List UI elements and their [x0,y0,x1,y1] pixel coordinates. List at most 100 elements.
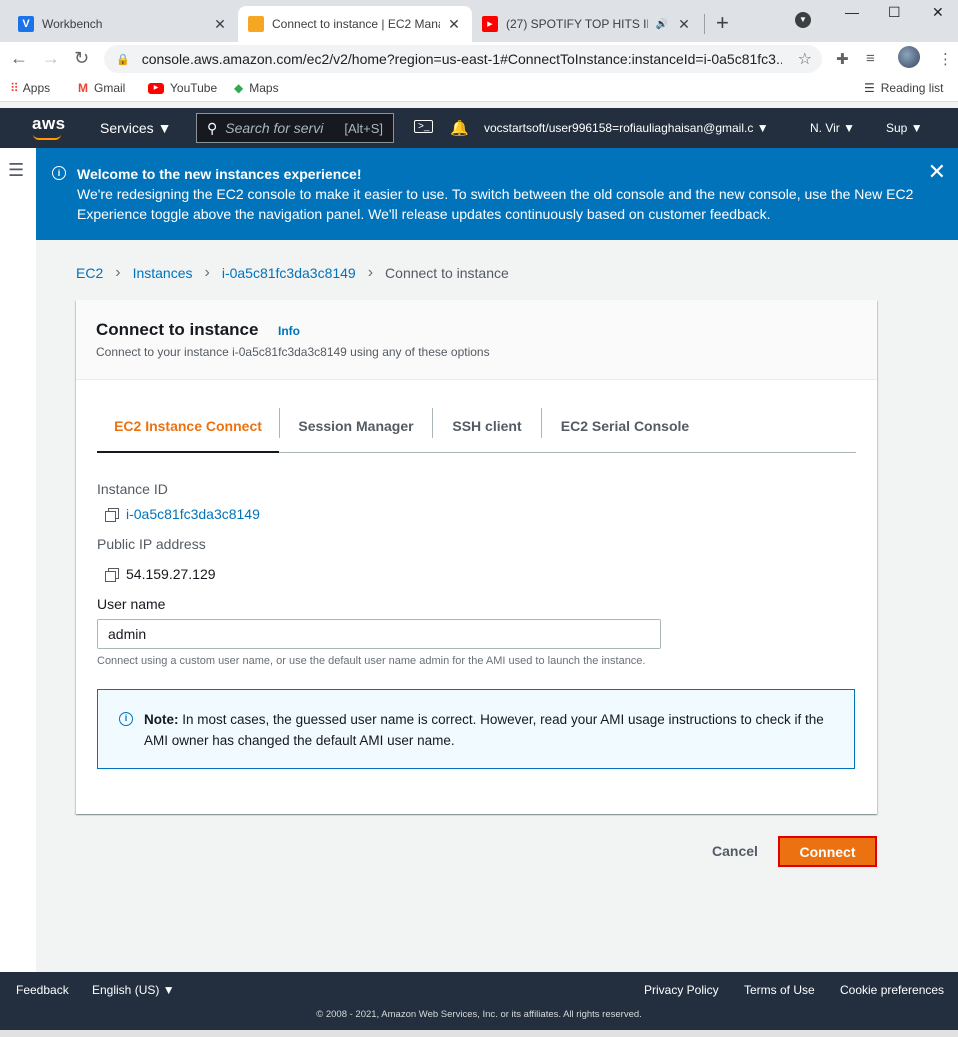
search-icon: ⚲ [207,119,218,136]
chrome-menu-icon[interactable]: ⋮ [938,50,953,68]
info-icon: i [119,712,133,726]
caret-down-icon: ▼ [910,121,923,135]
privacy-policy-link[interactable]: Privacy Policy [644,983,719,997]
breadcrumb-ec2[interactable]: EC2 [76,265,103,281]
cloudshell-icon[interactable]: >_ [414,120,434,133]
close-tab-icon[interactable]: ✕ [676,16,692,33]
username-input[interactable] [97,619,661,649]
breadcrumb-current: Connect to instance [385,265,509,281]
cancel-button[interactable]: Cancel [700,836,770,866]
reading-list-label: Reading list [880,81,944,95]
region-menu[interactable]: N. Vir ▼ [810,121,855,135]
tab-session-manager[interactable]: Session Manager [280,400,432,452]
language-selector[interactable]: English (US) ▼ [92,983,175,997]
minimize-icon[interactable]: — [845,4,859,20]
connection-method-tabs: EC2 Instance Connect Session Manager SSH… [97,400,856,453]
notifications-bell-icon[interactable]: 🔔 [450,119,469,137]
aws-logo[interactable]: aws [32,114,66,140]
account-label: vocstartsoft/user996158=rofiauliaghaisan… [484,121,754,135]
url-text: console.aws.amazon.com/ec2/v2/home?regio… [141,51,782,67]
youtube-icon: ▶ [148,82,164,94]
tab-ec2-serial-console[interactable]: EC2 Serial Console [542,400,708,452]
card-header: Connect to instance Info Connect to your… [76,300,877,380]
chevron-right-icon: › [115,264,121,281]
breadcrumb-instance-id[interactable]: i-0a5c81fc3da3c8149 [222,265,356,281]
youtube-favicon-icon: ▶ [482,16,498,32]
instance-id-link[interactable]: i-0a5c81fc3da3c8149 [126,506,260,522]
tab-title: Workbench [42,17,103,31]
feedback-link[interactable]: Feedback [16,983,69,997]
caret-down-icon: ▼ [157,120,172,136]
new-tab-icon[interactable]: + [716,10,729,36]
close-tab-icon[interactable]: ✕ [446,16,462,33]
connect-button[interactable]: Connect [778,836,877,867]
note-label: Note: [144,712,179,727]
copy-icon[interactable] [105,567,119,582]
tab-ec2-instance-connect[interactable]: EC2 Instance Connect [97,400,279,453]
browser-tab-workbench[interactable]: V Workbench ✕ [8,6,238,42]
terms-of-use-link[interactable]: Terms of Use [744,983,815,997]
browser-toolbar: ← → ↻ 🔒 console.aws.amazon.com/ec2/v2/ho… [0,42,958,76]
account-menu[interactable]: vocstartsoft/user996158=rofiauliaghaisan… [484,121,769,135]
bookmark-star-icon[interactable]: ☆ [798,49,812,69]
language-label: English (US) [92,983,160,997]
bookmark-label: Maps [249,81,279,95]
apps-grid-icon: ⠿ [10,81,19,95]
bookmark-youtube[interactable]: ▶ YouTube [148,81,217,95]
services-menu[interactable]: Services ▼ [100,120,171,136]
info-link[interactable]: Info [278,324,300,338]
close-icon[interactable]: ✕ [928,161,946,183]
reading-list-icon: ☰ [864,81,875,95]
aws-top-nav: aws Services ▼ ⚲ Search for servi [Alt+S… [0,108,958,148]
copyright-text: © 2008 - 2021, Amazon Web Services, Inc.… [316,1009,642,1020]
media-control-icon[interactable]: ≡ [866,50,875,67]
support-label: Sup [886,121,908,135]
maximize-icon[interactable]: ☐ [888,4,901,21]
chevron-right-icon: › [204,264,210,281]
welcome-flashbar: i Welcome to the new instances experienc… [36,148,958,240]
instance-id-value: i-0a5c81fc3da3c8149 [105,506,260,522]
aws-cube-favicon-icon [248,16,264,32]
back-icon[interactable]: ← [10,48,28,69]
browser-tab-youtube[interactable]: ▶ (27) SPOTIFY TOP HITS INDO 🔊 ✕ [472,6,702,42]
note-text: In most cases, the guessed user name is … [144,712,824,748]
bookmark-gmail[interactable]: M Gmail [78,81,125,95]
caret-down-icon: ▼ [756,121,769,135]
flash-body: We're redesigning the EC2 console to mak… [77,186,914,222]
side-navigation: ☰ [0,148,36,972]
bookmark-maps[interactable]: ◆ Maps [234,81,279,95]
extensions-icon[interactable]: ✚ [836,50,849,68]
close-window-icon[interactable]: ✕ [932,4,944,21]
support-menu[interactable]: Sup ▼ [886,121,923,135]
aws-logo-text: aws [32,114,66,133]
tab-title: Connect to instance | EC2 Mana [272,17,440,31]
tab-search-icon[interactable]: ▼ [795,12,811,28]
browser-tab-ec2[interactable]: Connect to instance | EC2 Mana ✕ [238,6,472,42]
tab-ssh-client[interactable]: SSH client [433,400,541,452]
flash-title: Welcome to the new instances experience! [77,166,362,182]
cookie-preferences-link[interactable]: Cookie preferences [840,983,944,997]
address-bar[interactable]: 🔒 console.aws.amazon.com/ec2/v2/home?reg… [104,45,822,73]
copy-icon[interactable] [105,507,119,522]
reading-list[interactable]: ☰ Reading list [864,81,943,95]
profile-avatar[interactable] [898,46,920,68]
maps-icon: ◆ [234,81,244,95]
info-icon: i [52,166,66,180]
forward-icon[interactable]: → [42,48,60,69]
instance-id-label: Instance ID [97,481,168,497]
info-alert: i Note: In most cases, the guessed user … [97,689,855,769]
close-tab-icon[interactable]: ✕ [212,16,228,33]
breadcrumb-instances[interactable]: Instances [133,265,193,281]
connect-instance-card: Connect to instance Info Connect to your… [76,300,877,814]
reload-icon[interactable]: ↻ [74,48,89,69]
hamburger-menu-icon[interactable]: ☰ [8,160,24,181]
search-placeholder: Search for servi [225,120,324,136]
public-ip-label: Public IP address [97,536,206,552]
bookmark-apps[interactable]: ⠿ Apps [10,81,50,95]
search-shortcut: [Alt+S] [344,120,383,136]
chevron-right-icon: › [367,264,374,281]
bookmark-label: Apps [22,81,51,95]
speaker-icon: 🔊 [655,18,669,30]
username-label: User name [97,596,166,612]
aws-search-input[interactable]: ⚲ Search for servi [Alt+S] [196,113,394,143]
